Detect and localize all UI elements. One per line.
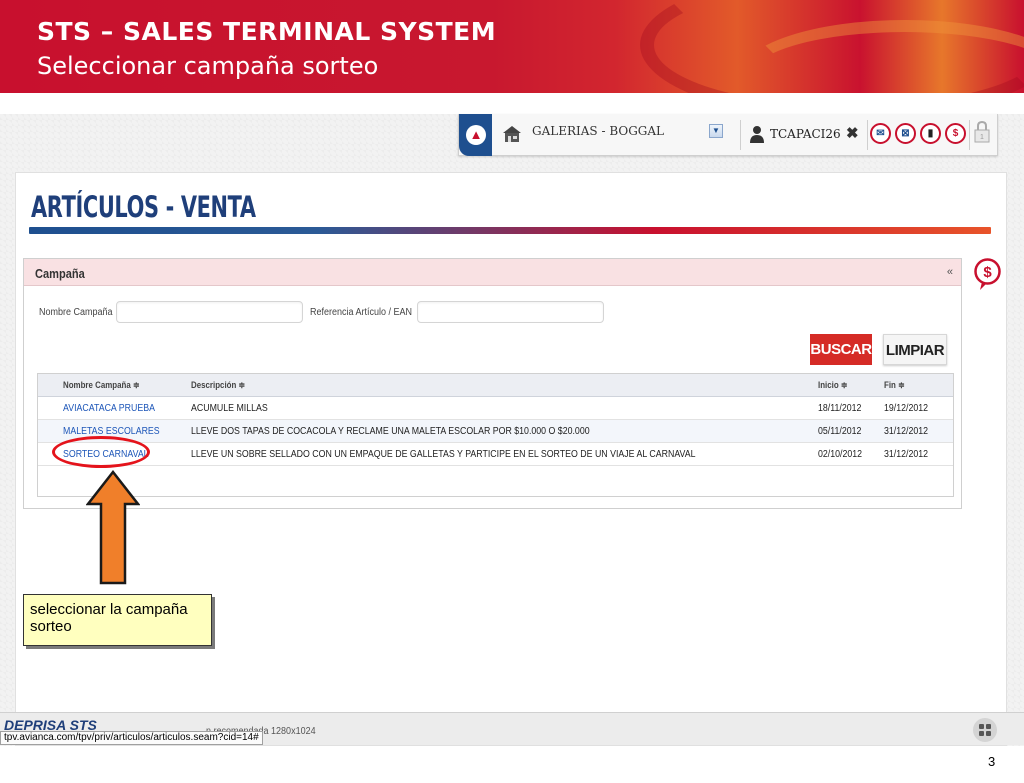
table-row[interactable]: SORTEO CARNAVAL LLEVE UN SOBRE SELLADO C… (38, 443, 953, 466)
collapse-icon[interactable]: « (947, 266, 953, 278)
message-icon[interactable]: ✉ (870, 123, 891, 144)
slide: { "slide": { "title": "STS – SALES TERMI… (0, 0, 1024, 783)
chevron-down-icon[interactable]: ▼ (709, 124, 723, 138)
table-row[interactable]: AVIACATACA PRUEBA ACUMULE MILLAS 18/11/2… (38, 397, 953, 420)
bag-icon[interactable]: ▮ (920, 123, 941, 144)
campaign-description: LLEVE DOS TAPAS DE COCACOLA Y RECLAME UN… (191, 426, 590, 437)
column-header-description[interactable]: Descripción ≑ (191, 380, 245, 391)
grid-icon[interactable] (973, 718, 997, 742)
dollar-icon[interactable]: $ (945, 123, 966, 144)
campaign-title: Campaña (35, 266, 85, 281)
home-logo-button[interactable]: ▲ (459, 114, 492, 156)
search-button[interactable]: BUSCAR (810, 334, 872, 365)
user-icon (750, 126, 764, 143)
table-row[interactable]: MALETAS ESCOLARES LLEVE DOS TAPAS DE COC… (38, 420, 953, 443)
callout-box: seleccionar la campaña sorteo (23, 594, 212, 646)
campaign-header[interactable]: Campaña « (24, 259, 961, 286)
article-ref-input[interactable] (417, 301, 604, 323)
svg-text:$: $ (983, 264, 992, 281)
results-table: Nombre Campaña ≑ Descripción ≑ Inicio ≑ … (37, 373, 954, 497)
table-header: Nombre Campaña ≑ Descripción ≑ Inicio ≑ … (38, 374, 953, 397)
slide-subtitle: Seleccionar campaña sorteo (37, 52, 379, 80)
column-header-end[interactable]: Fin ≑ (884, 380, 905, 391)
slide-banner: STS – SALES TERMINAL SYSTEM Seleccionar … (0, 0, 1024, 93)
campaign-end-date: 31/12/2012 (884, 426, 929, 437)
campaign-start-date: 05/11/2012 (818, 426, 862, 437)
lock-icon[interactable]: 1 (973, 120, 991, 144)
heading-underline (29, 227, 991, 234)
column-header-start[interactable]: Inicio ≑ (818, 380, 848, 391)
arrow-up-icon (86, 470, 140, 585)
toolbar-divider (740, 120, 741, 150)
campaign-description: ACUMULE MILLAS (191, 403, 268, 414)
clear-button[interactable]: LIMPIAR (883, 334, 947, 365)
main-panel: ARTÍCULOS - VENTA $ Campaña « Nombre Cam… (15, 172, 1007, 746)
campaign-name-label: Nombre Campaña (39, 307, 113, 318)
campaign-start-date: 18/11/2012 (818, 403, 862, 414)
campaign-start-date: 02/10/2012 (818, 449, 863, 460)
home-logo-icon: ▲ (466, 125, 486, 145)
store-select[interactable]: GALERIAS - BOGGAL (532, 124, 724, 144)
user-name: TCAPACI26 (770, 127, 841, 141)
page-number: 3 (988, 754, 996, 769)
campaign-description: LLEVE UN SOBRE SELLADO CON UN EMPAQUE DE… (191, 449, 696, 460)
cancel-icon[interactable]: ⊠ (895, 123, 916, 144)
toolbar-divider (867, 120, 868, 150)
campaign-name-input[interactable] (116, 301, 303, 323)
toolbar-divider (969, 120, 970, 150)
campaign-name-link[interactable]: MALETAS ESCOLARES (63, 426, 160, 437)
top-toolbar: ▲ GALERIAS - BOGGAL ▼ TCAPACI26 ✖ ✉ ⊠ ▮ … (458, 114, 998, 156)
close-icon[interactable]: ✖ (846, 124, 859, 142)
campaign-end-date: 31/12/2012 (884, 449, 929, 460)
url-tooltip: tpv.avianca.com/tpv/priv/articulos/artic… (0, 731, 263, 745)
column-header-name[interactable]: Nombre Campaña ≑ (63, 380, 140, 391)
campaign-name-link[interactable]: AVIACATACA PRUEBA (63, 403, 155, 414)
grid-glyph (979, 724, 991, 736)
slide-title: STS – SALES TERMINAL SYSTEM (37, 17, 497, 46)
dollar-icon[interactable]: $ (974, 258, 1001, 292)
store-icon (503, 126, 521, 142)
app-screenshot: ▲ GALERIAS - BOGGAL ▼ TCAPACI26 ✖ ✉ ⊠ ▮ … (0, 114, 1024, 746)
svg-text:1: 1 (980, 134, 984, 141)
article-ref-label: Referencia Artículo / EAN (310, 307, 413, 318)
campaign-end-date: 19/12/2012 (884, 403, 929, 414)
campaign-panel: Campaña « Nombre Campaña Referencia Artí… (23, 258, 962, 509)
page-title: ARTÍCULOS - VENTA (31, 190, 256, 224)
highlight-oval (52, 436, 150, 468)
